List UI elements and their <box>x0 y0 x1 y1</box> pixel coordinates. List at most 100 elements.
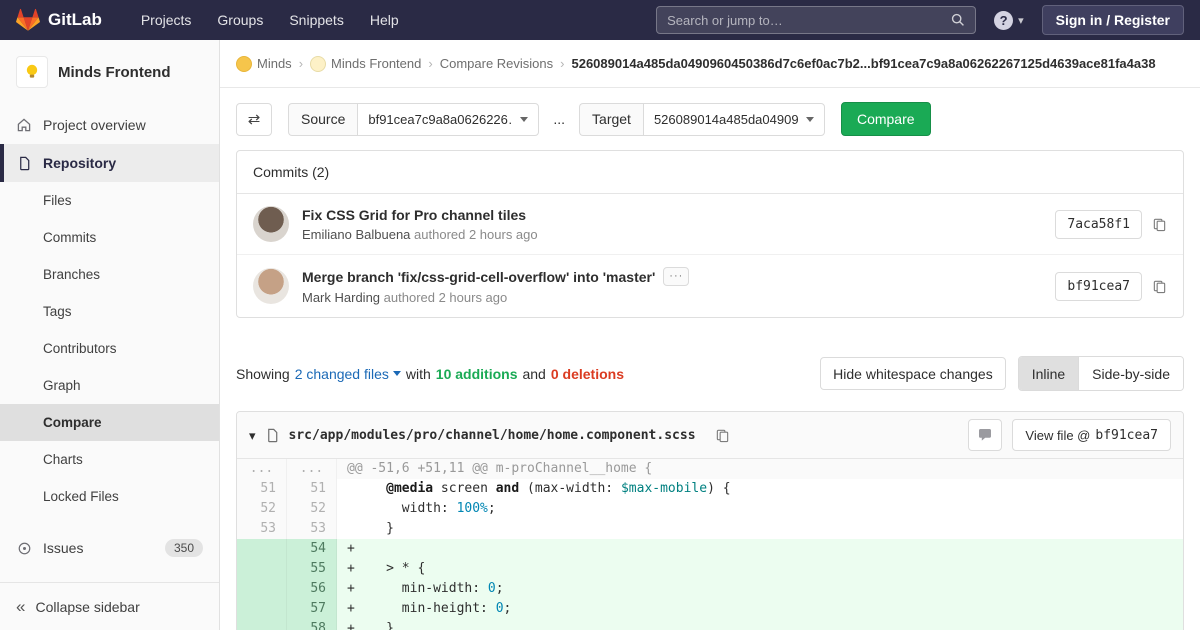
breadcrumb-item[interactable]: Minds <box>236 55 292 72</box>
hide-whitespace-button[interactable]: Hide whitespace changes <box>820 357 1006 390</box>
sidebar-item-label: Repository <box>43 155 117 171</box>
comment-on-file-button[interactable] <box>968 419 1003 451</box>
diff-old-line-number[interactable] <box>237 559 287 579</box>
diff-new-line-number[interactable]: 54 <box>287 539 337 559</box>
copy-sha-button[interactable] <box>1152 217 1167 232</box>
gitlab-tanuki-icon <box>16 8 40 32</box>
commit-row: Fix CSS Grid for Pro channel tiles Emilia… <box>237 194 1183 254</box>
sidebar-item-label: Issues <box>43 540 84 556</box>
commit-author-link[interactable]: Emiliano Balbuena <box>302 227 410 242</box>
nav-link-help[interactable]: Help <box>357 0 412 40</box>
commit-title-link[interactable]: Merge branch 'fix/css-grid-cell-overflow… <box>302 269 655 285</box>
diff-new-line-number[interactable]: 56 <box>287 579 337 599</box>
sidebar-item-charts[interactable]: Charts <box>0 441 219 478</box>
document-icon <box>16 156 32 171</box>
breadcrumb-label: Compare Revisions <box>439 56 554 71</box>
diff-old-line-number[interactable]: 51 <box>237 479 287 499</box>
double-chevron-left-icon: « <box>16 597 26 616</box>
search-input[interactable] <box>667 12 952 28</box>
diff-old-line-number[interactable] <box>237 619 287 630</box>
diff-old-line-number[interactable] <box>237 579 287 599</box>
swap-revisions-button[interactable]: ⇄ <box>236 102 272 136</box>
diff-line-content: @@ -51,6 +51,11 @@ m-proChannel__home { <box>337 459 1183 479</box>
project-header[interactable]: Minds Frontend <box>0 40 219 100</box>
diff-new-line-number[interactable]: 52 <box>287 499 337 519</box>
file-icon <box>265 428 280 443</box>
source-label: Source <box>288 102 358 136</box>
commit-sha-group: bf91cea7 <box>1055 271 1167 301</box>
diff-line: 53 53 } <box>237 519 1183 539</box>
target-ref-dropdown[interactable]: 526089014a485da04909… <box>642 102 825 136</box>
diff-old-line-number[interactable]: 52 <box>237 499 287 519</box>
diff-line-content: @media screen and (max-width: $max-mobil… <box>337 479 1183 499</box>
diff-new-line-number[interactable]: 55 <box>287 559 337 579</box>
diff-new-line-number[interactable]: 58 <box>287 619 337 630</box>
view-file-button[interactable]: View file @ bf91cea7 <box>1012 419 1171 451</box>
commit-author-link[interactable]: Mark Harding <box>302 290 380 305</box>
diff-old-line-number[interactable] <box>237 539 287 559</box>
breadcrumb-item[interactable]: Compare Revisions <box>440 56 553 71</box>
code-token: ; <box>487 501 496 516</box>
target-input-group: Target 526089014a485da04909… <box>579 102 825 136</box>
sidebar-item-locked-files[interactable]: Locked Files <box>0 478 219 515</box>
nav-link-groups[interactable]: Groups <box>204 0 276 40</box>
commit-sha-group: 7aca58f1 <box>1055 209 1167 239</box>
copy-file-path-button[interactable] <box>715 428 730 443</box>
breadcrumb-item[interactable]: Minds Frontend <box>310 55 421 72</box>
sidebar-item-contributors[interactable]: Contributors <box>0 330 219 367</box>
sidebar-item-files[interactable]: Files <box>0 182 219 219</box>
sidebar-item-project-overview[interactable]: Project overview <box>0 106 219 144</box>
compare-page: ⇄ Source bf91cea7c9a8a0626226… ... Targe… <box>220 102 1200 630</box>
gitlab-home-link[interactable]: GitLab <box>16 8 102 32</box>
commit-author-avatar[interactable] <box>253 206 289 242</box>
repository-subnav: Files Commits Branches Tags Contributors Grap… <box>0 182 219 517</box>
target-ref-value: 526089014a485da04909… <box>653 111 798 127</box>
diff-file-header: ▾ src/app/modules/pro/channel/home/home.… <box>237 412 1183 459</box>
and-label: and <box>522 365 546 382</box>
diff-new-line-number[interactable]: 57 <box>287 599 337 619</box>
toggle-commit-description-button[interactable]: ··· <box>663 267 690 286</box>
help-menu[interactable]: ? ▾ <box>994 10 1024 30</box>
sidebar-item-commits[interactable]: Commits <box>0 219 219 256</box>
sidebar-item-issues[interactable]: Issues 350 <box>0 529 219 567</box>
chevron-down-icon <box>392 371 401 376</box>
sidebar-item-branches[interactable]: Branches <box>0 256 219 293</box>
sign-in-register-button[interactable]: Sign in / Register <box>1041 5 1184 35</box>
help-icon: ? <box>994 10 1014 30</box>
sidebar-item-repository[interactable]: Repository <box>0 144 219 182</box>
view-file-sha: bf91cea7 <box>1095 427 1158 443</box>
diff-view-toggle: Inline Side-by-side <box>1017 356 1184 391</box>
commit-author-avatar[interactable] <box>253 268 289 304</box>
diff-line: 57 + min-height: 0; <box>237 599 1183 619</box>
sidebar-item-tags[interactable]: Tags <box>0 293 219 330</box>
code-token: } <box>354 521 394 536</box>
diff-old-line-number[interactable] <box>237 599 287 619</box>
diff-new-line-number[interactable]: 51 <box>287 479 337 499</box>
commit-title-link[interactable]: Fix CSS Grid for Pro channel tiles <box>302 207 526 223</box>
chevron-down-icon <box>805 116 814 122</box>
copy-icon <box>1153 218 1166 231</box>
collapse-diff-caret-icon[interactable]: ▾ <box>249 429 256 442</box>
copy-sha-button[interactable] <box>1152 279 1167 294</box>
nav-link-snippets[interactable]: Snippets <box>276 0 356 40</box>
commit-sha-button[interactable]: bf91cea7 <box>1055 271 1142 301</box>
changed-files-dropdown[interactable]: 2 changed files <box>295 366 401 382</box>
diff-new-line-number[interactable]: 53 <box>287 519 337 539</box>
side-by-side-view-button[interactable]: Side-by-side <box>1079 357 1183 390</box>
diff-old-line-number[interactable]: 53 <box>237 519 287 539</box>
commit-byline: Mark Harding authored 2 hours ago <box>302 290 1041 305</box>
collapse-sidebar-button[interactable]: « Collapse sidebar <box>0 582 219 630</box>
compare-button[interactable]: Compare <box>840 102 931 136</box>
inline-view-button[interactable]: Inline <box>1018 357 1080 390</box>
sidebar-item-compare[interactable]: Compare <box>0 404 219 441</box>
diff-line-content: width: 100%; <box>337 499 1183 519</box>
file-path-link[interactable]: src/app/modules/pro/channel/home/home.co… <box>289 428 696 443</box>
nav-link-projects[interactable]: Projects <box>128 0 205 40</box>
code-token: width: <box>354 501 457 516</box>
source-ref-dropdown[interactable]: bf91cea7c9a8a0626226… <box>357 102 540 136</box>
breadcrumb-separator-icon: › <box>428 56 433 71</box>
commit-title-row: Merge branch 'fix/css-grid-cell-overflow… <box>302 267 1041 286</box>
sidebar-item-graph[interactable]: Graph <box>0 367 219 404</box>
code-token: 0 <box>487 581 496 596</box>
commit-sha-button[interactable]: 7aca58f1 <box>1055 209 1142 239</box>
